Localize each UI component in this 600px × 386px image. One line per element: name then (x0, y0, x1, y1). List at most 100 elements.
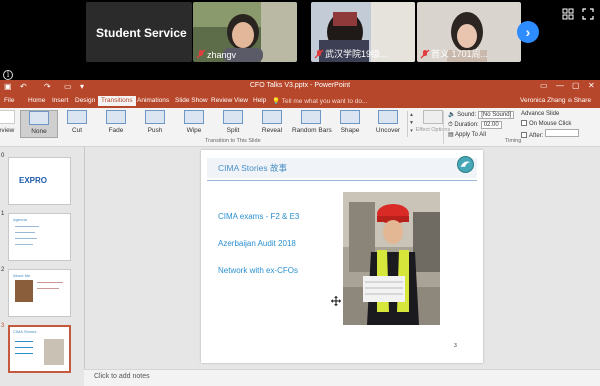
checkbox-checked-icon (521, 120, 527, 126)
slide-bullet[interactable]: Network with ex-CFOs (218, 266, 298, 275)
transition-shape-icon (340, 110, 360, 124)
transition-split-icon (223, 110, 243, 124)
on-mouse-click-checkbox[interactable]: On Mouse Click (521, 120, 571, 127)
effect-options-button[interactable]: Effect Options (414, 110, 452, 138)
grid-view-icon[interactable] (562, 8, 574, 20)
sound-field[interactable]: 🔈 Sound: [No Sound] (448, 111, 515, 119)
thumb-text-line (15, 341, 33, 342)
preview-icon (0, 110, 15, 124)
ribbon-display-icon[interactable]: ▭ (540, 81, 548, 90)
more-icon[interactable]: ▾ (410, 128, 413, 134)
window-title: CFO Talks V3.pptx - PowerPoint (249, 82, 351, 89)
maximize-icon[interactable]: ▢ (572, 81, 580, 90)
share-button[interactable]: ⍝ Share (568, 97, 591, 105)
transition-random-bars-icon (301, 110, 321, 124)
slide-thumbnail-0[interactable]: EXPRO (8, 157, 71, 205)
participant-name: 首义 1701周... (431, 49, 489, 59)
sound-label: Sound: (457, 112, 477, 118)
tab-animations[interactable]: Animations (137, 97, 169, 104)
info-icon[interactable]: i (3, 70, 13, 80)
slide-canvas[interactable]: CIMA Stories 故事 CIMA exams - F2 & E3 Aze… (201, 150, 483, 363)
participant-display-name: Student Service (96, 26, 187, 40)
tab-review[interactable]: Review (211, 97, 232, 104)
thumb-text-line (15, 353, 33, 354)
title-bar: ▣ ↶ ↷ ▭ ▾ CFO Talks V3.pptx - PowerPoint… (0, 80, 600, 95)
duration-input[interactable]: 02.00 (480, 121, 502, 129)
transition-uncover[interactable]: Uncover (369, 110, 407, 138)
pane-divider[interactable] (84, 147, 85, 373)
mic-muted-icon (420, 49, 430, 59)
thumb-text-line (15, 238, 37, 239)
tab-help[interactable]: Help (253, 97, 266, 104)
tab-view[interactable]: View (234, 97, 248, 104)
after-checkbox[interactable]: After: (521, 129, 580, 139)
thumb-brand: EXPRO (19, 176, 48, 185)
sound-value[interactable]: [No Sound] (478, 111, 515, 119)
fullscreen-icon[interactable] (582, 8, 594, 20)
slide-photo[interactable] (343, 192, 440, 325)
transition-push[interactable]: Push (136, 110, 174, 138)
advance-slide-label: Advance Slide (521, 111, 560, 117)
user-name[interactable]: Veronica Zhang (520, 97, 566, 104)
tab-home[interactable]: Home (28, 97, 45, 104)
group-label-transition: Transition to This Slide (205, 138, 261, 144)
participant-tile-zhangv[interactable]: zhangv (193, 2, 297, 62)
transition-uncover-icon (378, 110, 398, 124)
duration-field[interactable]: ⏱ Duration: 02.00 (448, 121, 502, 129)
transition-split[interactable]: Split (214, 110, 252, 138)
tab-transitions[interactable]: Transitions (98, 96, 136, 106)
apply-to-all-button[interactable]: ▤ Apply To All (448, 131, 486, 138)
participant-tile-wuhan[interactable]: 武汉学院19级... (311, 2, 415, 62)
after-input[interactable] (545, 129, 580, 137)
ribbon-tabs: File Home Insert Design Transitions Anim… (0, 95, 600, 108)
transition-label: None (31, 128, 47, 135)
duration-label: Duration: (454, 122, 479, 128)
tab-insert[interactable]: Insert (52, 97, 68, 104)
participant-tile-shouyi[interactable]: 首义 1701周... (417, 2, 521, 62)
tab-slide-show[interactable]: Slide Show (175, 97, 208, 104)
slide-bullet[interactable]: CIMA exams - F2 & E3 (218, 212, 299, 221)
close-icon[interactable]: ✕ (588, 81, 595, 90)
transition-wipe-icon (184, 110, 204, 124)
apply-all-label: Apply To All (455, 132, 486, 138)
thumb-text-line (15, 232, 35, 233)
tell-me-search[interactable]: 💡 Tell me what you want to do... (272, 97, 367, 105)
thumb-number: 0 (1, 153, 5, 159)
tab-file[interactable]: File (4, 97, 14, 104)
thumb-number: 3 (1, 323, 5, 329)
share-label: Share (573, 97, 592, 104)
thumb-text-line (15, 226, 39, 227)
thumb-number: 2 (1, 267, 5, 273)
tab-design[interactable]: Design (75, 97, 95, 104)
transition-cut[interactable]: Cut (58, 110, 96, 138)
group-label-timing: Timing (505, 138, 522, 144)
next-page-icon[interactable]: › (517, 21, 539, 43)
thumb-photo (15, 280, 33, 302)
slide-thumbnail-2[interactable]: About Me (8, 269, 71, 317)
mic-muted-icon (314, 49, 324, 59)
slide-thumbnails-pane[interactable]: 0 EXPRO 1 Agenda 2 About Me 3 CIMA Stori… (0, 147, 80, 373)
slide-bullet[interactable]: Azerbaijan Audit 2018 (218, 239, 296, 248)
thumb-title: About Me (13, 273, 31, 278)
transition-wipe[interactable]: Wipe (175, 110, 213, 138)
transition-label: Cut (71, 127, 83, 134)
effect-options-label: Effect Options (415, 127, 451, 133)
transition-fade[interactable]: Fade (97, 110, 135, 138)
tell-me-text: Tell me what you want to do... (281, 98, 368, 105)
notes-pane[interactable]: Click to add notes (84, 369, 600, 386)
apply-all-icon: ▤ (448, 132, 454, 138)
participant-tile-student-service[interactable]: Student Service (86, 2, 192, 62)
transition-reveal[interactable]: Reveal (253, 110, 291, 138)
transition-random-bars[interactable]: Random Bars (292, 110, 332, 138)
transition-none[interactable]: None (20, 110, 58, 138)
minimize-icon[interactable]: — (556, 81, 564, 90)
slide-thumbnail-3[interactable]: CIMA Stories (8, 325, 71, 373)
transition-reveal-icon (262, 110, 282, 124)
slide-thumbnail-1[interactable]: Agenda (8, 213, 71, 261)
slide-title[interactable]: CIMA Stories 故事 (218, 162, 287, 174)
transition-shape[interactable]: Shape (331, 110, 369, 138)
transition-label: Wipe (186, 127, 202, 134)
transition-label: Reveal (261, 127, 283, 134)
transition-push-icon (145, 110, 165, 124)
group-divider (443, 111, 444, 144)
